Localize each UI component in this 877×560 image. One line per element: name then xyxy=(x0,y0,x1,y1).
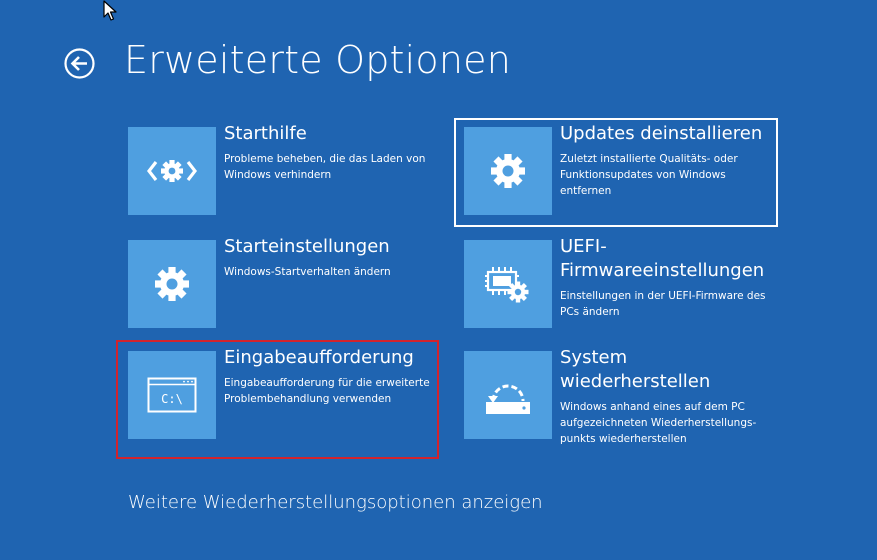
command-prompt-icon: C:\ xyxy=(147,377,197,413)
tile-updates-deinstallieren[interactable]: Updates deinstallieren Zuletzt installie… xyxy=(464,123,769,215)
tile-description: Zuletzt installierte Qualitäts- oder Fun… xyxy=(560,153,738,197)
tile-description: Windows-Startverhalten ändern xyxy=(224,266,391,278)
mouse-cursor-icon xyxy=(103,0,117,26)
tile-description: Einstellungen in der UEFI-Firmware des P… xyxy=(560,290,766,318)
prompt-text: C:\ xyxy=(161,392,183,406)
tile-icon-box xyxy=(464,127,552,215)
tile-description: Probleme beheben, die das Laden von Wind… xyxy=(224,153,426,181)
tile-title: UEFI- Firmwareeinstellungen xyxy=(560,236,765,281)
drive-restore-icon xyxy=(486,384,530,414)
back-arrow-circle-icon xyxy=(64,48,95,79)
tile-description: Eingabeaufforderung für die erweiterte P… xyxy=(224,377,430,405)
tile-title: Eingabeaufforderung xyxy=(224,347,414,368)
code-gear-icon xyxy=(147,160,197,182)
tile-title: Starthilfe xyxy=(224,123,307,144)
chip-gear-icon xyxy=(485,267,529,303)
page-title: Erweiterte Optionen xyxy=(124,38,511,82)
tile-title: Starteinstellungen xyxy=(224,236,390,257)
tile-icon-box xyxy=(128,127,216,215)
tile-icon-box: C:\ xyxy=(128,351,216,439)
tile-icon-box xyxy=(128,240,216,328)
gear-icon xyxy=(491,154,525,188)
tile-starthilfe[interactable]: Starthilfe Probleme beheben, die das Lad… xyxy=(128,123,438,215)
tile-system-wiederherstellen[interactable]: System wiederherstellen Windows anhand e… xyxy=(464,347,769,445)
gear-icon xyxy=(155,267,189,301)
tile-icon-box xyxy=(464,351,552,439)
tile-description: Windows anhand eines auf dem PC aufgezei… xyxy=(560,401,757,445)
tile-icon-box xyxy=(464,240,552,328)
more-recovery-options-link[interactable]: Weitere Wiederherstellungsoptionen anzei… xyxy=(128,492,543,513)
back-button[interactable] xyxy=(64,48,95,79)
tile-starteinstellungen[interactable]: Starteinstellungen Windows-Startverhalte… xyxy=(128,236,438,328)
tile-title: System wiederherstellen xyxy=(560,347,711,392)
tile-title: Updates deinstallieren xyxy=(560,123,763,144)
tile-uefi-firmwareeinstellungen[interactable]: UEFI- Firmwareeinstellungen Einstellunge… xyxy=(464,236,769,328)
tile-eingabeaufforderung[interactable]: C:\ Eingabeaufforderung Eingabeaufforder… xyxy=(128,347,433,439)
